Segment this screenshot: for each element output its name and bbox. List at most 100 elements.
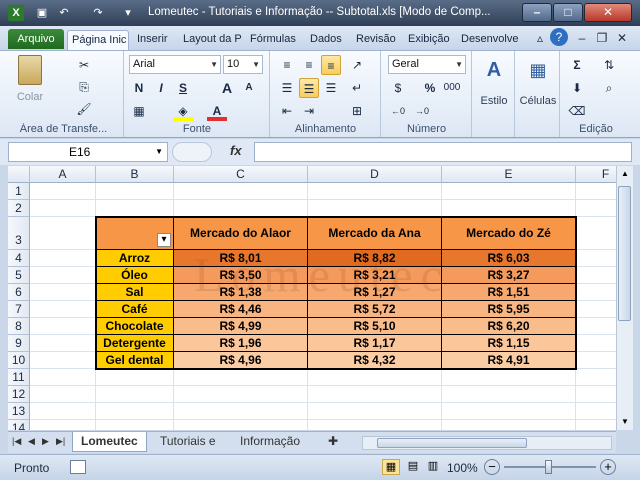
page-break-view-icon[interactable]: ▥ [424,459,442,475]
maximize-button[interactable]: □ [553,3,583,22]
normal-view-icon[interactable]: ▦ [382,459,400,475]
increase-indent-icon[interactable]: ⇥ [299,101,319,121]
autosum-icon[interactable]: Σ [567,55,587,75]
row-header-12[interactable]: 12 [8,386,30,403]
market-header[interactable]: Mercado da Ana [308,217,442,250]
prev-sheet-icon[interactable]: ◀ [26,432,37,452]
merge-cells-icon[interactable]: ⊞ [347,101,367,121]
close-button[interactable]: ✕ [584,3,632,22]
row-header-6[interactable]: 6 [8,284,30,301]
price-cell[interactable]: R$ 1,15 [442,335,576,352]
column-header-b[interactable]: B [96,166,174,183]
align-left-icon[interactable]: ☰ [277,78,297,98]
paste-button[interactable]: Colar [8,55,52,103]
row-header-5[interactable]: 5 [8,267,30,284]
first-sheet-icon[interactable]: |◀ [10,432,23,452]
decrease-indent-icon[interactable]: ⇤ [277,101,297,121]
tab-file[interactable]: Arquivo [8,29,64,49]
price-cell[interactable]: R$ 4,46 [174,301,308,318]
column-header-f[interactable]: F [576,166,616,183]
tab-formulas[interactable]: Fórmulas [246,30,302,50]
tab-view[interactable]: Exibição [404,30,454,50]
italic-button[interactable]: I [151,78,171,98]
market-header[interactable]: Mercado do Zé [442,217,576,250]
column-header-e[interactable]: E [442,166,576,183]
price-cell[interactable]: R$ 8,01 [174,250,308,267]
minimize-button[interactable]: – [522,3,552,22]
currency-icon[interactable]: $ [388,78,408,98]
product-label[interactable]: Gel dental [96,352,174,369]
align-top-icon[interactable]: ≡ [277,55,297,75]
excel-logo-icon[interactable]: X [8,5,24,21]
row-header-7[interactable]: 7 [8,301,30,318]
tab-developer[interactable]: Desenvolve [457,30,521,50]
font-color-icon[interactable]: A [207,101,227,121]
tab-insert[interactable]: Inserir [133,30,177,50]
price-cell[interactable]: R$ 1,38 [174,284,308,301]
worksheet-grid[interactable]: ABCDEF 1 2 3 4 5 6 7 8 9 10 11 12 13 14 ▾ Mercado do A… [8,166,616,430]
format-painter-icon[interactable]: 🖌 [74,99,94,119]
product-label[interactable]: Detergente [96,335,174,352]
fill-color-icon[interactable]: ◈ [173,101,193,121]
product-label[interactable]: Arroz [96,250,174,267]
price-cell[interactable]: R$ 4,32 [308,352,442,369]
horizontal-scrollbar[interactable] [362,436,612,450]
minimize-ribbon-icon[interactable]: ▵ [530,28,550,48]
row-header-1[interactable]: 1 [8,183,30,200]
shrink-font-button[interactable]: A [239,78,259,98]
price-cell[interactable]: R$ 8,82 [308,250,442,267]
cells-button[interactable]: ▦ Células [516,57,560,107]
row-header-3[interactable]: 3 [8,217,30,250]
tab-page-layout[interactable]: Layout da P [179,30,243,50]
sort-filter-icon[interactable]: ⇅ [599,55,619,75]
last-sheet-icon[interactable]: ▶| [54,432,67,452]
scroll-down-icon[interactable]: ▼ [617,414,633,430]
decrease-decimal-icon[interactable]: →0 [412,101,432,121]
sheet-tab-tutoriais[interactable]: Tutoriais e [152,432,228,452]
redo-icon[interactable]: ↷ [90,5,106,21]
save-icon[interactable]: ▣ [34,5,50,21]
row-header-11[interactable]: 11 [8,369,30,386]
row-header-9[interactable]: 9 [8,335,30,352]
tab-data[interactable]: Dados [306,30,348,50]
tab-home[interactable]: Página Inic [67,30,129,50]
next-sheet-icon[interactable]: ▶ [40,432,51,452]
column-header-c[interactable]: C [174,166,308,183]
find-select-icon[interactable]: ⌕ [599,78,619,98]
column-header-d[interactable]: D [308,166,442,183]
formula-input[interactable] [254,142,632,162]
zoom-out-button[interactable]: − [484,459,500,475]
align-middle-icon[interactable]: ≡ [299,55,319,75]
workbook-close-icon[interactable]: ✕ [612,28,632,48]
borders-icon[interactable]: ▦ [129,101,149,121]
price-cell[interactable]: R$ 1,96 [174,335,308,352]
workbook-minimize-icon[interactable]: – [572,28,592,48]
sheet-tab-informacao[interactable]: Informação [232,432,308,452]
vertical-scroll-thumb[interactable] [618,186,631,321]
copy-icon[interactable]: ⎘ [74,77,94,97]
price-cell[interactable]: R$ 1,17 [308,335,442,352]
tab-review[interactable]: Revisão [352,30,400,50]
align-bottom-icon[interactable]: ≡ [321,55,341,75]
help-icon[interactable]: ? [550,28,568,46]
product-label[interactable]: Sal [96,284,174,301]
sheet-tab-lomeutec[interactable]: Lomeutec [72,432,147,452]
cut-icon[interactable]: ✂ [74,55,94,75]
price-cell[interactable]: R$ 3,27 [442,267,576,284]
zoom-slider-thumb[interactable] [545,460,552,474]
price-cell[interactable]: R$ 3,50 [174,267,308,284]
price-cell[interactable]: R$ 1,51 [442,284,576,301]
price-cell[interactable]: R$ 4,99 [174,318,308,335]
zoom-in-button[interactable]: + [600,459,616,475]
product-label[interactable]: Chocolate [96,318,174,335]
undo-icon[interactable]: ↶ [56,5,72,21]
thousands-button[interactable]: 000 [442,78,462,98]
price-cell[interactable]: R$ 1,27 [308,284,442,301]
font-size-combo[interactable]: 10 ▼ [223,55,263,74]
row-header-4[interactable]: 4 [8,250,30,267]
workbook-restore-icon[interactable]: ❐ [592,28,612,48]
select-all-corner[interactable] [8,166,30,183]
price-cell[interactable]: R$ 6,20 [442,318,576,335]
page-layout-view-icon[interactable]: ▤ [404,459,422,475]
macro-record-icon[interactable] [70,460,86,474]
